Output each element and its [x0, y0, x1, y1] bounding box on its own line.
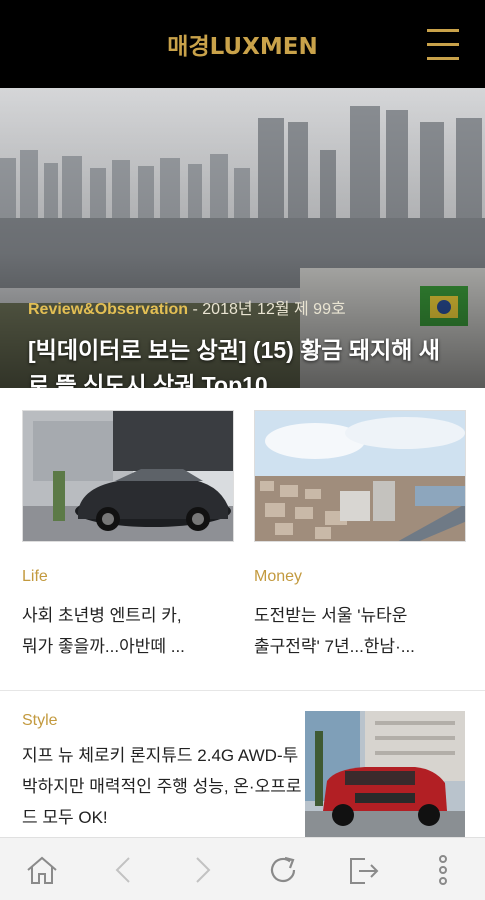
article-title[interactable]: 지프 뉴 체로키 론지튜드 2.4G AWD-투박하지만 매력적인 주행 성능,…	[22, 740, 302, 833]
car-photo	[23, 411, 233, 541]
jeep-photo	[305, 711, 465, 839]
card-title-line: 도전받는 서울 '뉴타운	[254, 606, 408, 625]
app-header: 매경LUXMEN	[0, 0, 485, 88]
card-title[interactable]: 도전받는 서울 '뉴타운 출구전략' 7년...한남·...	[254, 600, 466, 662]
reload-icon[interactable]	[263, 850, 303, 890]
hero-article[interactable]: Review&Observation - 2018년 12월 제 99호 [빅데…	[0, 88, 485, 388]
card-title[interactable]: 사회 초년병 엔트리 카, 뭐가 좋을까...아반떼 ...	[22, 600, 234, 662]
hero-title[interactable]: [빅데이터로 보는 상권] (15) 황금 돼지해 새로 뜰 신도시 상권 To…	[28, 333, 458, 388]
back-icon[interactable]	[103, 850, 143, 890]
card-category: Money	[254, 568, 303, 585]
hamburger-menu-icon[interactable]	[427, 27, 459, 63]
card-category: Life	[22, 568, 48, 585]
card-title-line: 뭐가 좋을까...아반떼 ...	[22, 637, 185, 656]
article-thumbnail[interactable]	[254, 410, 466, 542]
browser-toolbar	[0, 837, 485, 900]
article-card-life[interactable]: Life 사회 초년병 엔트리 카, 뭐가 좋을까...아반떼 ...	[22, 410, 234, 670]
card-title-line: 사회 초년병 엔트리 카,	[22, 606, 182, 625]
hero-category[interactable]: Review&Observation	[28, 301, 188, 318]
card-title-line: 출구전략' 7년...한남·...	[254, 637, 415, 656]
article-card-money[interactable]: Money 도전받는 서울 '뉴타운 출구전략' 7년...한남·...	[254, 410, 466, 670]
section-divider	[0, 690, 485, 691]
hero-meta: Review&Observation - 2018년 12월 제 99호	[28, 295, 346, 319]
article-thumbnail[interactable]	[22, 410, 234, 542]
home-icon[interactable]	[22, 850, 62, 890]
share-icon[interactable]	[343, 850, 383, 890]
more-icon[interactable]	[423, 850, 463, 890]
forward-icon[interactable]	[183, 850, 223, 890]
city-photo	[255, 411, 465, 541]
hero-issue: - 2018년 12월 제 99호	[188, 301, 346, 318]
site-logo[interactable]: 매경LUXMEN	[0, 27, 485, 61]
article-thumbnail[interactable]	[305, 711, 465, 839]
article-category: Style	[22, 712, 58, 729]
